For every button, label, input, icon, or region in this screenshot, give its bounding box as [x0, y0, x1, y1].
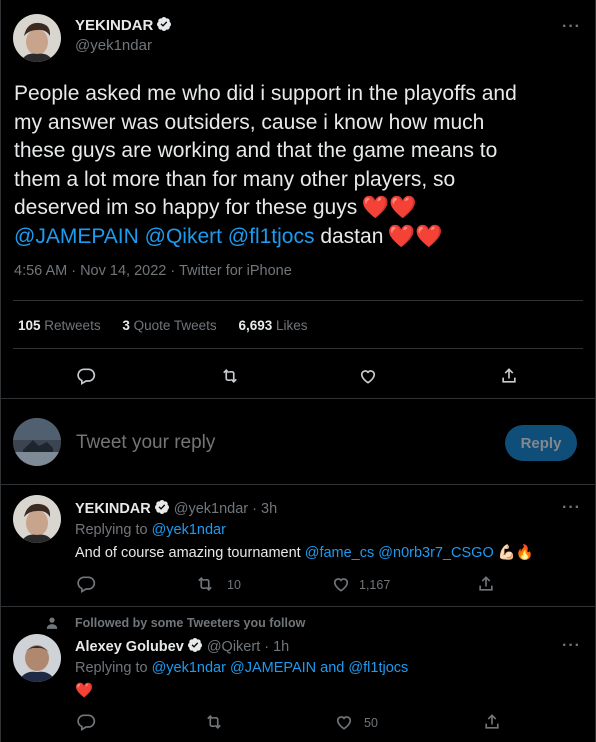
divider [1, 398, 595, 399]
tweet-text-segment: deserved im so happy for these guys [14, 196, 358, 219]
avatar[interactable] [13, 634, 61, 682]
more-options-icon[interactable]: ··· [562, 499, 581, 517]
mention-link[interactable]: @Qikert [145, 225, 222, 248]
quotes-count[interactable]: 3 [122, 318, 130, 333]
verified-badge-icon [187, 637, 203, 657]
tweet-text-line: deserved im so happy for these guys ❤️❤️ [14, 194, 589, 223]
mention-link[interactable]: @yek1ndar [152, 522, 226, 538]
tweet-stats: 105 Retweets 3 Quote Tweets 6,693 Likes [18, 318, 326, 333]
quotes-label[interactable]: Quote Tweets [134, 318, 217, 333]
author-handle-time[interactable]: @Qikert · 1h [207, 639, 289, 655]
reply-icon[interactable] [76, 574, 96, 594]
reply-header: Alexey Golubev @Qikert · 1h [75, 637, 289, 657]
tweet-timestamp[interactable]: 4:56 AM · Nov 14, 2022 · Twitter for iPh… [14, 263, 292, 279]
reply-text: And of course amazing tournament @fame_c… [75, 544, 534, 561]
tweet-thread: YEKINDAR @yek1ndar ··· People asked me w… [0, 0, 596, 742]
author-name[interactable]: YEKINDAR [75, 501, 151, 517]
tweet-text-line: them a lot more than for many other play… [14, 167, 456, 191]
author-name-text[interactable]: YEKINDAR [75, 17, 153, 34]
reply-header: YEKINDAR @yek1ndar · 3h [75, 499, 277, 519]
retweets-label[interactable]: Retweets [44, 318, 100, 333]
avatar[interactable] [13, 14, 61, 62]
mention-link[interactable]: @JAMEPAIN [14, 225, 139, 248]
like-icon[interactable] [358, 366, 378, 386]
author-handle-time[interactable]: @yek1ndar · 3h [174, 501, 277, 517]
emoji: 💪🏻🔥 [497, 545, 534, 561]
avatar[interactable] [13, 418, 61, 466]
replying-to-prefix: Replying to [75, 522, 148, 538]
heart-emoji: ❤️❤️ [387, 223, 443, 249]
reply-icon[interactable] [76, 366, 96, 386]
more-options-icon[interactable]: ··· [562, 18, 581, 36]
mention-link[interactable]: @fl1tjocs [348, 660, 408, 676]
author-handle[interactable]: @yek1ndar [75, 37, 152, 54]
divider [13, 300, 583, 301]
divider [1, 484, 595, 485]
person-icon [45, 616, 59, 635]
heart-emoji: ❤️❤️ [361, 195, 417, 220]
social-context[interactable]: Followed by some Tweeters you follow [75, 616, 305, 630]
tweet-text-line: my answer was outsiders, cause i know ho… [14, 110, 485, 134]
replying-and[interactable]: and [320, 660, 344, 676]
like-count[interactable]: 1,167 [359, 578, 390, 592]
likes-label[interactable]: Likes [276, 318, 308, 333]
share-icon[interactable] [499, 366, 519, 386]
like-icon[interactable] [331, 574, 351, 594]
reply-text-segment: And of course amazing tournament [75, 545, 301, 561]
author-name[interactable]: YEKINDAR [75, 16, 172, 36]
mention-link[interactable]: @fl1tjocs [228, 225, 315, 248]
mention-link[interactable]: @yek1ndar @JAMEPAIN [152, 660, 317, 676]
avatar[interactable] [13, 495, 61, 543]
retweet-count[interactable]: 10 [227, 578, 241, 592]
divider [1, 606, 595, 607]
retweet-icon[interactable] [220, 366, 240, 386]
verified-badge-icon [154, 499, 170, 519]
replying-to-prefix: Replying to [75, 660, 148, 676]
like-icon[interactable] [334, 712, 354, 732]
more-options-icon[interactable]: ··· [562, 637, 581, 655]
reply-icon[interactable] [76, 712, 96, 732]
tweet-text-line: these guys are working and that the game… [14, 139, 498, 162]
replying-to: Replying to @yek1ndar @JAMEPAIN and @fl1… [75, 660, 408, 676]
retweet-icon[interactable] [195, 574, 215, 594]
like-count[interactable]: 50 [364, 716, 378, 730]
tweet-text-line: People asked me who did i support in the… [14, 82, 517, 105]
retweets-count[interactable]: 105 [18, 318, 41, 333]
tweet-text-segment: dastan [320, 224, 384, 248]
tweet-text: People asked me who did i support in the… [14, 80, 589, 251]
replying-to: Replying to @yek1ndar [75, 522, 226, 538]
reply-text: ❤️ [75, 683, 94, 699]
author-name[interactable]: Alexey Golubev [75, 639, 184, 655]
mention-link[interactable]: @n0rb3r7_CSGO [378, 545, 493, 561]
mention-link[interactable]: @fame_cs [305, 545, 375, 561]
verified-badge-icon [156, 16, 172, 36]
divider [13, 348, 583, 349]
share-icon[interactable] [482, 712, 502, 732]
tweet-text-line: @JAMEPAIN @Qikert @fl1tjocs dastan ❤️❤️ [14, 223, 589, 252]
retweet-icon[interactable] [204, 712, 224, 732]
reply-input[interactable] [76, 432, 476, 454]
reply-button[interactable]: Reply [505, 425, 577, 461]
share-icon[interactable] [476, 574, 496, 594]
likes-count[interactable]: 6,693 [238, 318, 272, 333]
